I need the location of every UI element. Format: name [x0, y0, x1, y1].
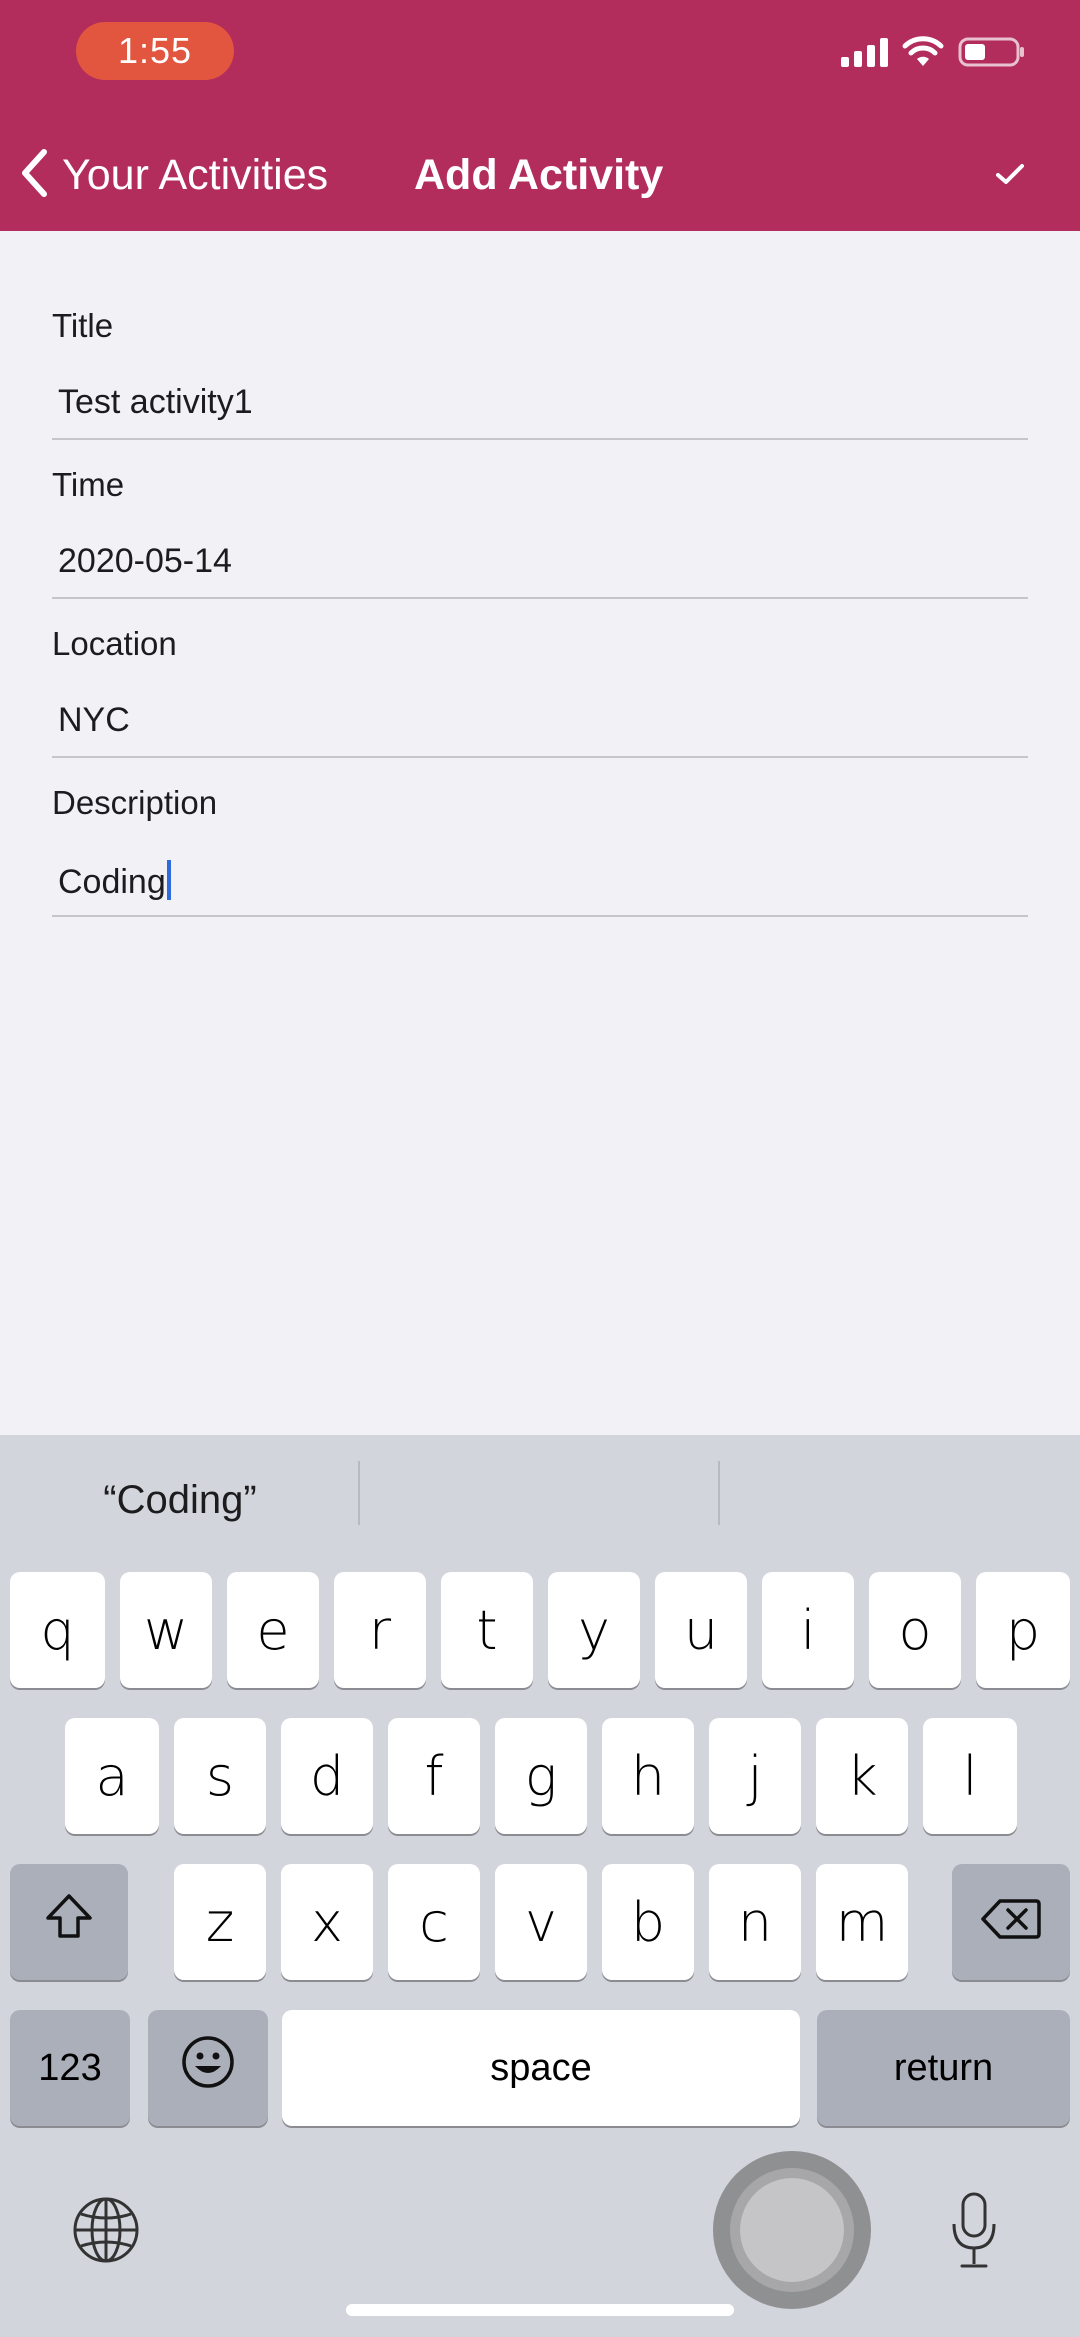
space-key[interactable]: space	[282, 2010, 800, 2126]
key-y[interactable]: y	[548, 1572, 640, 1688]
keyboard: “Coding” q w e r t y u i o p a s d f g h…	[0, 1435, 1080, 2337]
back-label: Your Activities	[62, 150, 329, 199]
microphone-icon[interactable]	[948, 2190, 1000, 2277]
key-e[interactable]: e	[227, 1572, 319, 1688]
key-g[interactable]: g	[495, 1718, 587, 1834]
assistive-touch-inner	[740, 2178, 844, 2282]
key-n[interactable]: n	[709, 1864, 801, 1980]
key-w[interactable]: w	[120, 1572, 212, 1688]
key-c[interactable]: c	[388, 1864, 480, 1980]
key-k[interactable]: k	[816, 1718, 908, 1834]
return-key[interactable]: return	[817, 2010, 1070, 2126]
shift-key[interactable]	[10, 1864, 128, 1980]
location-input[interactable]: NYC	[58, 701, 1018, 740]
key-p[interactable]: p	[976, 1572, 1070, 1688]
emoji-icon	[180, 2034, 236, 2103]
key-d[interactable]: d	[281, 1718, 373, 1834]
description-input[interactable]: Coding	[58, 860, 1018, 902]
location-field-group: Location NYC	[52, 608, 1028, 767]
divider	[52, 915, 1028, 917]
description-label: Description	[52, 784, 218, 821]
signal-icon	[841, 37, 888, 67]
key-z[interactable]: z	[174, 1864, 266, 1980]
title-label: Title	[52, 307, 114, 344]
back-button[interactable]: Your Activities	[20, 140, 328, 210]
suggestion-3[interactable]	[720, 1435, 1080, 1565]
emoji-key[interactable]	[148, 2010, 268, 2126]
key-v[interactable]: v	[495, 1864, 587, 1980]
key-m[interactable]: m	[816, 1864, 908, 1980]
key-l[interactable]: l	[923, 1718, 1017, 1834]
backspace-icon	[980, 1891, 1042, 1954]
key-x[interactable]: x	[281, 1864, 373, 1980]
key-a[interactable]: a	[65, 1718, 159, 1834]
key-u[interactable]: u	[655, 1572, 747, 1688]
time-label: Time	[52, 466, 125, 503]
numbers-key[interactable]: 123	[10, 2010, 130, 2126]
suggestion-bar: “Coding”	[0, 1435, 1080, 1565]
backspace-key[interactable]	[952, 1864, 1070, 1980]
key-h[interactable]: h	[602, 1718, 694, 1834]
assistive-touch-button[interactable]	[713, 2151, 871, 2309]
shift-icon	[43, 1891, 95, 1954]
status-time[interactable]: 1:55	[76, 22, 234, 80]
suggestion-2[interactable]	[360, 1435, 720, 1565]
divider	[52, 756, 1028, 758]
save-button[interactable]	[982, 148, 1038, 204]
battery-icon	[958, 36, 1026, 68]
description-value: Coding	[58, 863, 166, 901]
key-q[interactable]: q	[10, 1572, 105, 1688]
title-input[interactable]: Test activity1	[58, 383, 1018, 422]
description-field-group: Description Coding	[52, 767, 1028, 926]
status-bar: 1:55	[0, 0, 1080, 110]
key-s[interactable]: s	[174, 1718, 266, 1834]
key-o[interactable]: o	[869, 1572, 961, 1688]
suggestion-1[interactable]: “Coding”	[0, 1435, 360, 1565]
key-j[interactable]: j	[709, 1718, 801, 1834]
time-field-group: Time 2020-05-14	[52, 449, 1028, 608]
app-header: 1:55 Your Activities Add Activity	[0, 0, 1080, 231]
divider	[52, 597, 1028, 599]
key-r[interactable]: r	[334, 1572, 426, 1688]
home-indicator[interactable]	[346, 2304, 734, 2316]
checkmark-icon	[995, 162, 1025, 191]
text-cursor	[166, 860, 171, 900]
activity-form: Title Test activity1 Time 2020-05-14 Loc…	[52, 290, 1028, 926]
globe-icon[interactable]	[70, 2194, 142, 2271]
wifi-icon	[902, 36, 944, 68]
location-label: Location	[52, 625, 177, 662]
divider	[52, 438, 1028, 440]
navigation-bar: Your Activities Add Activity	[0, 130, 1080, 220]
key-t[interactable]: t	[441, 1572, 533, 1688]
key-i[interactable]: i	[762, 1572, 854, 1688]
status-icons	[841, 36, 1026, 68]
title-field-group: Title Test activity1	[52, 290, 1028, 449]
chevron-left-icon	[20, 148, 48, 203]
page-title: Add Activity	[414, 150, 664, 199]
key-b[interactable]: b	[602, 1864, 694, 1980]
key-f[interactable]: f	[388, 1718, 480, 1834]
time-input[interactable]: 2020-05-14	[58, 542, 1018, 581]
